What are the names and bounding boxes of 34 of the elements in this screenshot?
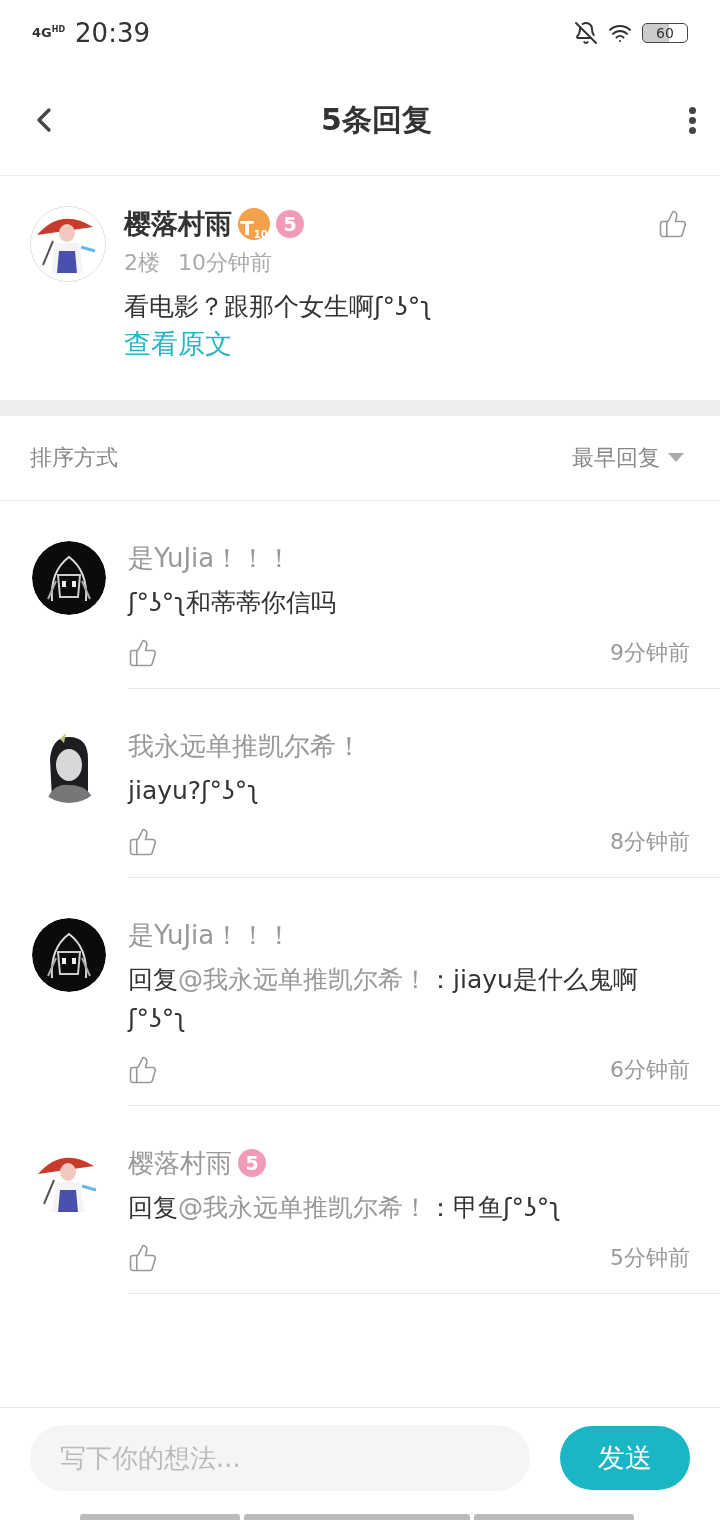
post-time: 10分钟前: [178, 249, 272, 277]
comment-input[interactable]: 写下你的想法...: [30, 1425, 530, 1491]
send-button[interactable]: 发送: [560, 1426, 690, 1490]
level-badge: 5: [238, 1149, 266, 1177]
like-button[interactable]: [128, 638, 158, 669]
level-badge: 5: [276, 210, 304, 238]
sort-label: 排序方式: [30, 443, 118, 472]
reply-text: 回复@我永远单推凯尔希！：jiayu是什么鬼啊ʃ°ʖ°ʅ: [128, 964, 639, 1035]
username: 是YuJia！！！: [128, 541, 293, 575]
username: 是YuJia！！！: [128, 919, 293, 952]
like-button[interactable]: [128, 827, 158, 857]
caret-icon: [668, 452, 684, 463]
username: 樱落村雨: [128, 1146, 232, 1180]
username: 我永远单推凯尔希！: [128, 730, 362, 764]
floor-number: 2楼: [124, 249, 160, 277]
reply-time: 6分钟前: [610, 1055, 690, 1084]
reply-time: 9分钟前: [610, 639, 690, 668]
sort-dropdown[interactable]: 最早回复: [566, 441, 690, 474]
like-button[interactable]: [128, 1243, 158, 1274]
page-title: 5条回复: [321, 100, 432, 139]
comment-text: 看电影？跟那个女生啊ʃ°ʖ°ʅ: [124, 291, 433, 323]
username: 樱落村雨: [124, 207, 232, 241]
more-icon: [689, 106, 696, 134]
battery-icon: 60: [642, 22, 688, 43]
reply-text: 回复@我永远单推凯尔希！：甲鱼ʃ°ʖ°ʅ: [128, 1191, 562, 1224]
reply-text: jiayu?ʃ°ʖ°ʅ: [128, 775, 260, 808]
view-original-link[interactable]: 查看原文: [124, 327, 232, 359]
reply-time: 5分钟前: [610, 1244, 690, 1273]
reply-time: 8分钟前: [610, 828, 690, 856]
reply-text: ʃ°ʖ°ʅ和蒂蒂你信吗: [128, 586, 337, 619]
like-button[interactable]: [128, 1054, 158, 1085]
mute-icon: [574, 20, 598, 45]
like-button[interactable]: [658, 209, 688, 239]
clock: 20:39: [75, 17, 150, 48]
